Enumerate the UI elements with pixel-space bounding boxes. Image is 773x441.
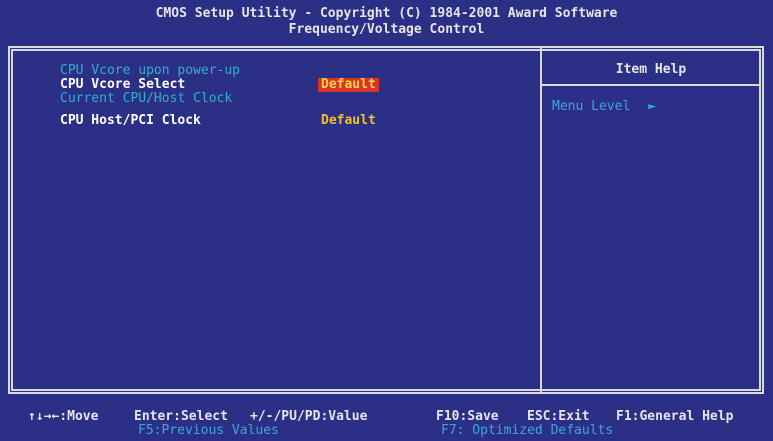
help-separator: [542, 84, 760, 86]
setting-label-vcore-select[interactable]: CPU Vcore Select: [60, 78, 185, 92]
key-move: ↑↓→←:Move: [28, 409, 99, 424]
setting-label-host-pci-clock[interactable]: CPU Host/PCI Clock: [60, 114, 201, 128]
setting-label-current-clock: Current CPU/Host Clock: [60, 91, 233, 106]
item-help-title: Item Help: [615, 62, 687, 77]
setting-label-vcore-powerup: CPU Vcore upon power-up: [60, 63, 241, 78]
setting-value-vcore-select[interactable]: Default: [318, 78, 379, 92]
key-enter: Enter:Select: [134, 409, 228, 424]
menu-level-label: Menu Level: [552, 99, 631, 114]
key-optimized-defaults: F7: Optimized Defaults: [441, 423, 614, 438]
key-value: +/-/PU/PD:Value: [250, 409, 368, 424]
key-previous-values: F5:Previous Values: [138, 423, 279, 438]
page-title: Frequency/Voltage Control: [288, 22, 485, 37]
key-general-help: F1:General Help: [616, 409, 734, 424]
title-bar: CMOS Setup Utility - Copyright (C) 1984-…: [0, 0, 773, 46]
panel-divider: [540, 48, 542, 392]
setting-value-host-pci-clock[interactable]: Default: [321, 114, 376, 128]
menu-level-arrow-icon: ►: [648, 99, 657, 114]
menu-level: Menu Level ►: [552, 100, 656, 114]
key-save: F10:Save: [436, 409, 499, 424]
key-exit: ESC:Exit: [527, 409, 590, 424]
key-help-bar: ↑↓→←:Move Enter:Select +/-/PU/PD:Value F…: [0, 398, 773, 441]
utility-title: CMOS Setup Utility - Copyright (C) 1984-…: [155, 6, 618, 21]
